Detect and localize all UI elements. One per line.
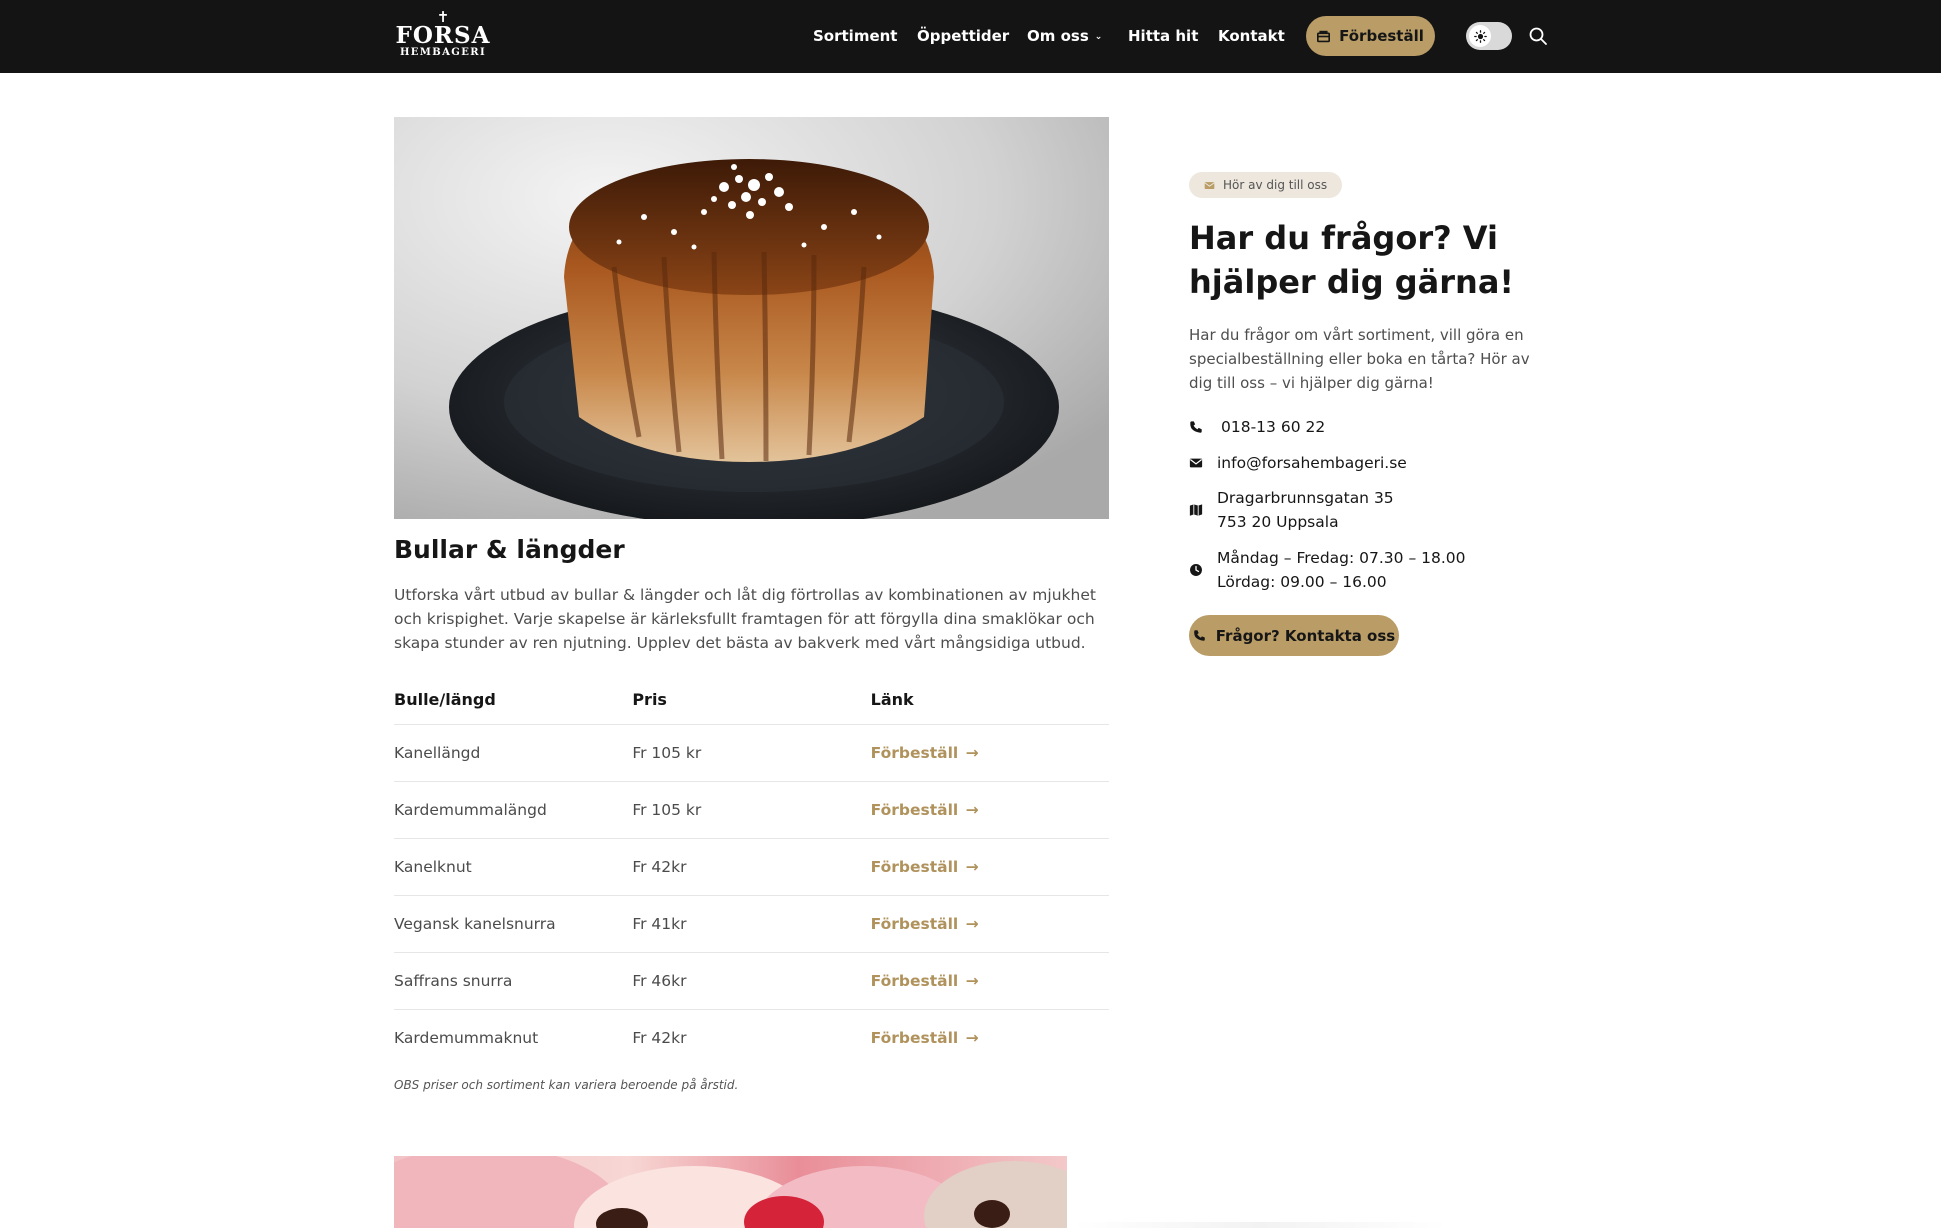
availability-note: OBS priser och sortiment kan variera ber… (394, 1078, 739, 1092)
table-row: Kardemummalängd Fr 105 kr Förbeställ → (394, 780, 1109, 838)
order-link[interactable]: Förbeställ → (871, 858, 979, 876)
order-link-label: Förbeställ (870, 971, 959, 990)
nav-item-om-oss-label: Om oss (1027, 27, 1089, 45)
map-icon (1189, 504, 1203, 516)
order-button[interactable]: Förbeställ (1306, 16, 1435, 56)
table-row: Saffrans snurra Fr 46kr Förbeställ → (394, 951, 1109, 1009)
product-price: Fr 46kr (632, 951, 871, 1009)
order-link-label: Förbeställ (870, 914, 959, 933)
site-header: ✝ FORSA HEMBAGERI Sortiment Öppettider O… (0, 0, 1941, 73)
order-button-label: Förbeställ (1339, 27, 1424, 45)
opening-hours: Måndag – Fredag: 07.30 – 18.00 Lördag: 0… (1189, 546, 1466, 594)
phone-icon (1190, 421, 1202, 433)
clock-icon (1190, 564, 1202, 576)
map-icon-wrap (1189, 502, 1217, 518)
product-price: Fr 42kr (632, 1008, 871, 1066)
product-name: Kanelknut (394, 837, 633, 895)
scroll-shadow (1070, 1222, 1450, 1228)
order-cell: Förbeställ → (870, 837, 1109, 895)
order-cell: Förbeställ → (870, 780, 1109, 838)
section-intro: Utforska vårt utbud av bullar & längder … (394, 586, 1096, 652)
contact-us-button[interactable]: Frågor? Kontakta oss (1189, 615, 1399, 656)
address-city: 753 20 Uppsala (1217, 513, 1339, 531)
theme-toggle[interactable] (1466, 22, 1512, 50)
order-link[interactable]: Förbeställ → (871, 972, 979, 990)
sidebar-text: Har du frågor om vårt sortiment, vill gö… (1189, 326, 1530, 392)
order-link-label: Förbeställ (870, 857, 959, 876)
order-cell: Förbeställ → (870, 1008, 1109, 1066)
address-block: Dragarbrunnsgatan 35 753 20 Uppsala (1217, 486, 1394, 534)
table-row: Kanelknut Fr 42kr Förbeställ → (394, 837, 1109, 895)
column-header-link: Länk (870, 690, 914, 710)
hours-weekdays: Måndag – Fredag: 07.30 – 18.00 (1217, 549, 1466, 567)
arrow-right-icon: → (960, 971, 979, 990)
envelope-icon (1204, 181, 1215, 189)
product-table: Bulle/längd Pris Länk Kanellängd Fr 105 … (394, 676, 1109, 1066)
table-header-row: Bulle/längd Pris Länk (394, 676, 1109, 724)
chevron-down-icon: ⌄ (1094, 32, 1103, 42)
nav-item-kontakt[interactable]: Kontakt (1218, 26, 1285, 46)
search-icon[interactable] (1528, 26, 1548, 46)
cardamom-bun-illustration (394, 117, 1109, 519)
hours-saturday: Lördag: 09.00 – 16.00 (1217, 573, 1387, 591)
email-address: info@forsahembageri.se (1217, 454, 1407, 472)
phone-number: 018-13 60 22 (1221, 418, 1326, 436)
product-price: Fr 105 kr (632, 780, 871, 838)
nav-item-oppettider[interactable]: Öppettider (917, 26, 1009, 46)
order-cell: Förbeställ → (870, 723, 1109, 781)
order-link[interactable]: Förbeställ → (871, 801, 979, 819)
main-nav: Sortiment Öppettider Om oss ⌄ Hitta hit K… (0, 0, 1941, 73)
product-name: Kardemummaknut (394, 1008, 633, 1066)
phone-icon (1193, 630, 1205, 641)
column-header-price: Pris (632, 690, 667, 710)
order-link[interactable]: Förbeställ → (871, 1029, 979, 1047)
arrow-right-icon: → (960, 1028, 979, 1047)
order-link-label: Förbeställ (870, 1028, 959, 1047)
contact-badge-label: Hör av dig till oss (1223, 178, 1328, 192)
clock-icon-wrap (1189, 562, 1217, 578)
nav-item-sortiment[interactable]: Sortiment (813, 26, 897, 46)
product-name: Kardemummalängd (394, 780, 633, 838)
bun-hero-image (394, 117, 1109, 519)
arrow-right-icon: → (960, 914, 979, 933)
sun-icon (1473, 29, 1487, 43)
nav-item-hitta-hit[interactable]: Hitta hit (1128, 26, 1198, 46)
contact-address[interactable]: Dragarbrunnsgatan 35 753 20 Uppsala (1189, 486, 1394, 534)
order-link-label: Förbeställ (870, 743, 959, 762)
table-row: Vegansk kanelsnurra Fr 41kr Förbeställ → (394, 894, 1109, 952)
order-link-label: Förbeställ (870, 800, 959, 819)
arrow-right-icon: → (960, 857, 979, 876)
table-row: Kardemummaknut Fr 42kr Förbeställ → (394, 1008, 1109, 1066)
product-price: Fr 105 kr (632, 723, 871, 781)
hours-block: Måndag – Fredag: 07.30 – 18.00 Lördag: 0… (1217, 546, 1466, 594)
product-price: Fr 42kr (632, 837, 871, 895)
section-title: Bullar & längder (394, 535, 625, 564)
table-row: Kanellängd Fr 105 kr Förbeställ → (394, 723, 1109, 781)
contact-email[interactable]: info@forsahembageri.se (1189, 451, 1407, 475)
pastry-image (394, 1156, 1067, 1228)
contact-us-button-label: Frågor? Kontakta oss (1215, 626, 1396, 645)
arrow-right-icon: → (960, 800, 979, 819)
product-name: Vegansk kanelsnurra (394, 894, 633, 952)
sidebar-title: Har du frågor? Vi hjälper dig gärna! (1189, 219, 1515, 301)
contact-badge: Hör av dig till oss (1189, 172, 1343, 198)
envelope-icon-wrap (1189, 455, 1217, 471)
product-price: Fr 41kr (632, 894, 871, 952)
column-header-name: Bulle/längd (394, 690, 496, 710)
order-link[interactable]: Förbeställ → (871, 915, 979, 933)
arrow-right-icon: → (960, 743, 979, 762)
order-icon (1317, 30, 1331, 42)
phone-icon-wrap (1189, 419, 1217, 435)
product-name: Saffrans snurra (394, 951, 633, 1009)
theme-toggle-knob (1469, 25, 1491, 47)
envelope-icon (1189, 458, 1203, 468)
product-name: Kanellängd (394, 723, 633, 781)
order-cell: Förbeställ → (870, 894, 1109, 952)
order-link[interactable]: Förbeställ → (871, 744, 979, 762)
address-street: Dragarbrunnsgatan 35 (1217, 489, 1394, 507)
contact-phone[interactable]: 018-13 60 22 (1189, 415, 1325, 439)
pastry-illustration (394, 1156, 1067, 1228)
order-cell: Förbeställ → (870, 951, 1109, 1009)
nav-item-om-oss[interactable]: Om oss ⌄ (1027, 26, 1102, 47)
